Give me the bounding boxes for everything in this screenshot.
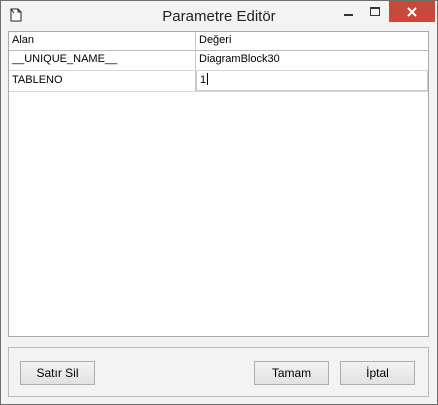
minimize-button[interactable] xyxy=(335,1,362,22)
title-bar[interactable]: Parametre Editör xyxy=(1,1,437,31)
button-panel: Satır Sil Tamam İptal xyxy=(8,347,429,397)
parametre-editor-window: Parametre Editör Alan Değeri __UNIQUE_NA… xyxy=(0,0,438,405)
table-row[interactable]: TABLENO 1 xyxy=(9,71,428,92)
close-icon xyxy=(407,6,417,17)
column-header-alan[interactable]: Alan xyxy=(9,32,196,50)
value-cell[interactable]: DiagramBlock30 xyxy=(196,50,428,70)
minimize-icon xyxy=(344,13,353,16)
ok-button[interactable]: Tamam xyxy=(254,361,329,385)
parameter-grid[interactable]: Alan Değeri __UNIQUE_NAME__ DiagramBlock… xyxy=(8,31,429,337)
cancel-button[interactable]: İptal xyxy=(340,361,415,385)
field-cell[interactable]: TABLENO xyxy=(9,71,196,91)
value-cell-text: 1 xyxy=(200,74,207,86)
value-cell-editor[interactable]: 1 xyxy=(196,71,428,91)
grid-header: Alan Değeri xyxy=(9,32,428,51)
delete-row-button[interactable]: Satır Sil xyxy=(20,361,95,385)
column-header-degeri[interactable]: Değeri xyxy=(196,32,428,50)
maximize-button[interactable] xyxy=(362,1,388,22)
maximize-icon xyxy=(370,7,380,16)
text-caret xyxy=(207,73,209,85)
field-cell[interactable]: __UNIQUE_NAME__ xyxy=(9,50,196,70)
close-button[interactable] xyxy=(389,1,435,22)
table-row[interactable]: __UNIQUE_NAME__ DiagramBlock30 xyxy=(9,50,428,71)
